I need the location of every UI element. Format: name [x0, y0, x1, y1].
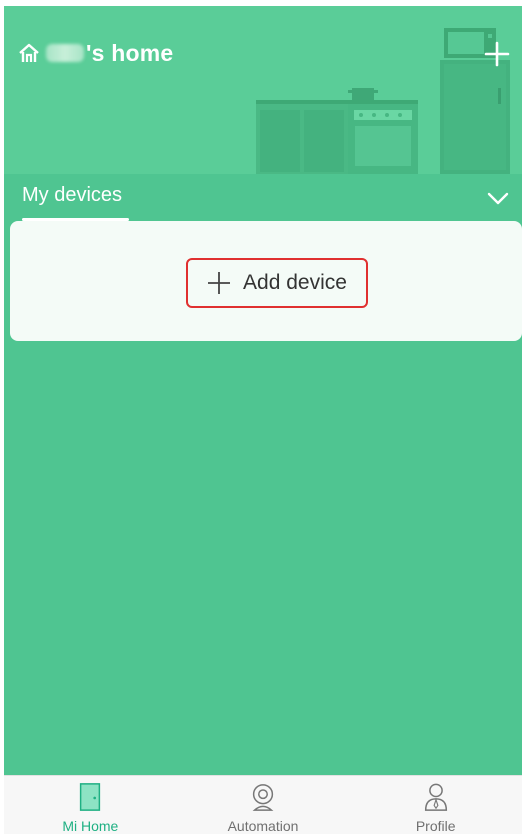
add-icon[interactable] [484, 41, 510, 67]
device-card: Add device [10, 221, 522, 341]
nav-label-mi-home: Mi Home [62, 818, 119, 834]
home-switcher[interactable]: 's home [18, 40, 173, 66]
blurred-username [46, 44, 84, 62]
home-icon [19, 43, 39, 62]
nav-item-profile[interactable]: Profile [349, 776, 522, 834]
app-screen: 's home My devices Add device [4, 6, 522, 833]
nav-label-automation: Automation [227, 818, 299, 834]
chevron-down-icon[interactable] [485, 187, 511, 209]
tab-my-devices-label: My devices [22, 184, 123, 206]
person-icon [424, 783, 447, 811]
tab-my-devices[interactable]: My devices [22, 184, 129, 221]
add-device-label: Add device [243, 271, 347, 294]
devices-section-bar: My devices [4, 174, 522, 221]
nav-label-profile: Profile [415, 818, 456, 834]
home-header: 's home [4, 6, 522, 174]
add-device-button[interactable]: Add device [186, 258, 368, 308]
home-title: 's home [86, 39, 174, 66]
nav-item-automation[interactable]: Automation [177, 776, 350, 834]
door-icon [80, 783, 101, 811]
plus-icon [208, 272, 231, 294]
bottom-navigation: Mi Home Automation Profile [4, 775, 522, 834]
nav-item-mi-home[interactable]: Mi Home [4, 776, 177, 834]
camera-icon [252, 784, 274, 811]
